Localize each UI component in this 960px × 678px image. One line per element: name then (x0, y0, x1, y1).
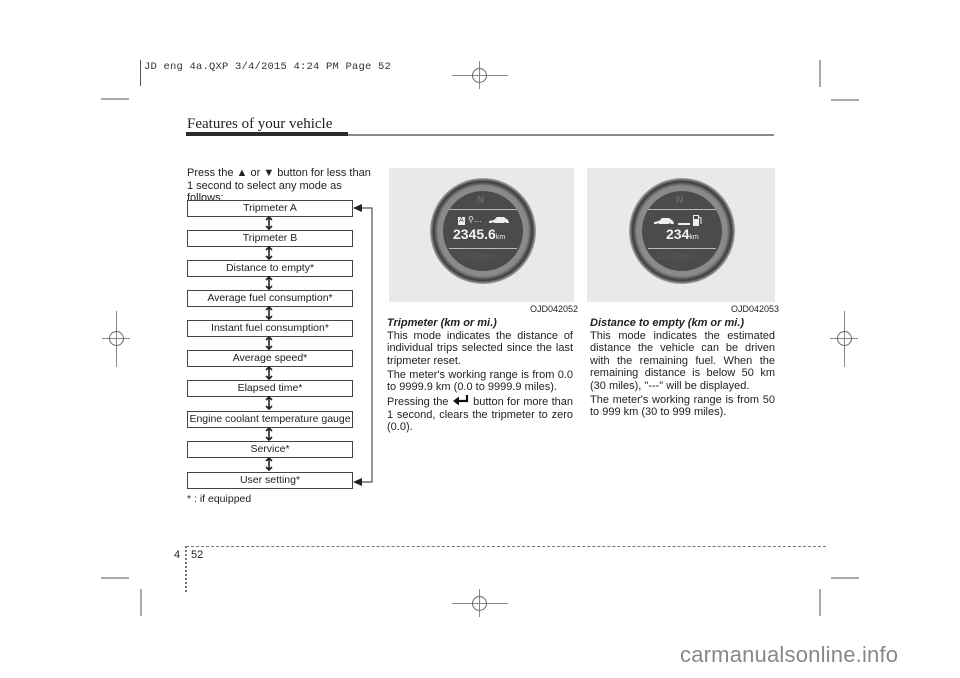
para3-before: Pressing the (387, 396, 452, 408)
crop-mark (101, 98, 129, 100)
gear-indicator: N (477, 195, 485, 206)
mode-badge-a: A (458, 217, 465, 225)
figure-code: OJD042052 (530, 304, 579, 314)
dte-heading: Distance to empty (km or mi.) (590, 317, 745, 329)
dte-value-number: 234 (666, 226, 690, 242)
odometer-ghost: 123456km (656, 252, 694, 261)
display-divider (449, 209, 517, 210)
double-arrow-icon (265, 246, 273, 260)
dte-para-2: The meter's working range is from 50 to … (590, 393, 775, 419)
mode-box-tripmeter-a: Tripmeter A (187, 200, 353, 217)
mode-box-elapsed-time: Elapsed time* (187, 380, 353, 397)
display-divider (648, 248, 716, 249)
mode-box-user-setting: User setting* (187, 472, 353, 489)
display-divider (648, 209, 716, 210)
header-rule-light (348, 134, 774, 136)
footer-divider (185, 546, 187, 592)
mode-box-instant-fuel: Instant fuel consumption* (187, 320, 353, 337)
dotted-path (678, 223, 690, 225)
car-icon (489, 217, 509, 225)
mode-box-average-fuel: Average fuel consumption* (187, 290, 353, 307)
crop-mark (819, 589, 821, 616)
page-number: 52 (191, 549, 204, 561)
tripmeter-heading: Tripmeter (km or mi.) (387, 317, 497, 329)
footer-rule (186, 546, 826, 547)
mode-box-service: Service* (187, 441, 353, 458)
pin-icon: ⚲… (468, 215, 482, 224)
loop-connector (353, 204, 373, 486)
dte-value-unit: km (689, 234, 699, 241)
tripmeter-para-2: The meter's working range is from 0.0 to… (387, 368, 573, 394)
down-arrow-icon: ▼ (263, 167, 275, 179)
intro-before: Press the (187, 167, 237, 179)
trip-value-number: 2345.6 (453, 226, 496, 242)
figure-tripmeter: N A ⚲… 2345.6km 123456km (389, 168, 574, 302)
dte-section: Distance to empty (km or mi.) This mode … (590, 317, 775, 420)
chapter-number: 4 (174, 549, 181, 561)
odometer-ghost: 123456km (457, 252, 495, 261)
slug-divider (140, 60, 141, 86)
footnote: * : if equipped (187, 493, 252, 505)
tripmeter-section: Tripmeter (km or mi.) This mode indicate… (387, 317, 573, 435)
figure-distance-to-empty: N 234km 123456km (587, 168, 775, 302)
header-rule-dark (186, 132, 348, 136)
dte-para-1: This mode indicates the estimated distan… (590, 329, 775, 392)
gear-indicator: N (676, 195, 684, 206)
double-arrow-icon (265, 276, 273, 290)
double-arrow-icon (265, 366, 273, 380)
registration-mark (102, 311, 130, 367)
print-slug: JD eng 4a.QXP 3/4/2015 4:24 PM Page 52 (144, 61, 392, 73)
fuel-pump-icon (693, 215, 702, 226)
mode-box-distance-to-empty: Distance to empty* (187, 260, 353, 277)
crop-mark (831, 577, 859, 579)
watermark: carmanualsonline.info (680, 642, 899, 667)
up-arrow-icon: ▲ (236, 167, 248, 179)
figure-code: OJD042053 (731, 304, 780, 314)
crop-mark (831, 99, 859, 101)
trip-value: 2345.6km (453, 226, 505, 242)
mode-box-coolant-gauge: Engine coolant temperature gauge (187, 411, 353, 428)
mode-box-average-speed: Average speed* (187, 350, 353, 367)
registration-mark (452, 61, 508, 89)
tripmeter-para-1: This mode indicates the distance of indi… (387, 329, 573, 367)
car-icon (654, 218, 674, 226)
double-arrow-icon (265, 306, 273, 320)
mode-box-tripmeter-b: Tripmeter B (187, 230, 353, 247)
double-arrow-icon (265, 427, 273, 441)
tripmeter-para-3: Pressing the button for more than 1 seco… (387, 395, 573, 434)
registration-mark (452, 589, 508, 617)
trip-value-unit: km (495, 234, 506, 241)
registration-mark (830, 311, 858, 367)
crop-mark (140, 589, 142, 616)
dte-value: 234km (666, 226, 699, 242)
crop-mark (101, 577, 129, 579)
intro-middle: or (247, 167, 264, 179)
display-divider (449, 248, 517, 249)
crop-mark (819, 60, 821, 87)
double-arrow-icon (265, 457, 273, 471)
double-arrow-icon (265, 216, 273, 230)
double-arrow-icon (265, 336, 273, 350)
section-title: Features of your vehicle (187, 116, 333, 132)
double-arrow-icon (265, 396, 273, 410)
enter-button-icon (452, 395, 468, 406)
intro-text: Press the ▲ or ▼ button for less than 1 … (187, 167, 372, 205)
